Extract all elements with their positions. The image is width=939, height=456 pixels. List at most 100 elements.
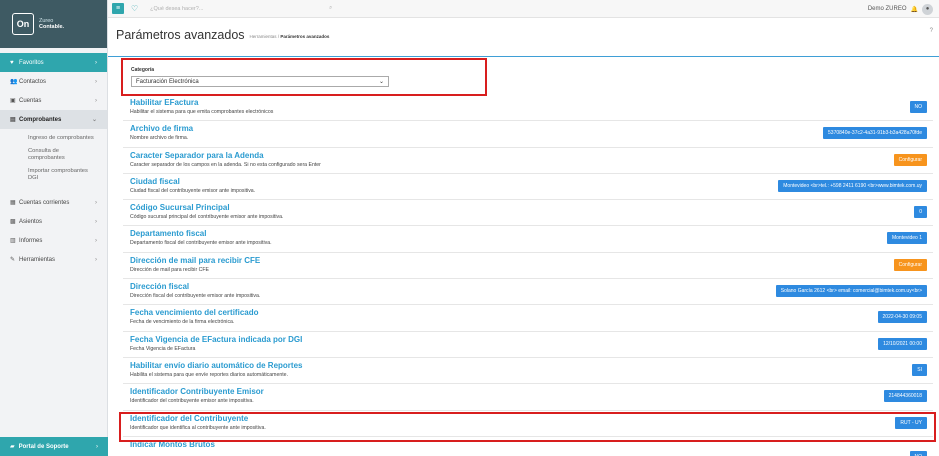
param-value-button[interactable]: NO bbox=[909, 101, 927, 113]
param-name: Departamento fiscal bbox=[130, 229, 207, 239]
param-row: Habilitar envío diario automático de Rep… bbox=[123, 358, 933, 385]
chevron-right-icon: › bbox=[95, 237, 97, 244]
param-name: Ciudad fiscal bbox=[130, 176, 180, 186]
param-value-button[interactable]: 214844360018 bbox=[883, 390, 927, 403]
support-label: Portal de Soporte bbox=[18, 443, 69, 450]
logo: On bbox=[12, 13, 34, 35]
param-value-button[interactable]: NO bbox=[909, 450, 927, 456]
param-row: Ciudad fiscal Ciudad fiscal del contribuy… bbox=[123, 174, 933, 201]
highlight-box bbox=[119, 412, 936, 442]
param-name: Habilitar EFactura bbox=[130, 98, 199, 107]
sidebar-item-label: Herramientas bbox=[19, 256, 56, 263]
param-row: Fecha vencimiento del certificado Fecha d… bbox=[123, 305, 933, 332]
wrench-icon: ✎ bbox=[10, 257, 16, 263]
sidebar-item-cuentas-corrientes[interactable]: ▦ Cuentas corrientes › bbox=[0, 193, 107, 212]
search-input[interactable]: ¿Qué desea hacer?... ⌕ bbox=[146, 3, 336, 14]
param-description: Nombre archivo de firma. bbox=[130, 135, 189, 142]
param-name: Identificador Contribuyente Emisor bbox=[130, 387, 264, 397]
param-value-button[interactable]: 12/10/2021 00:00 bbox=[878, 337, 927, 350]
ledger-icon: ▦ bbox=[10, 200, 16, 206]
user-area: Demo ZUREO 🔔 ● bbox=[868, 0, 933, 18]
hamburger-icon: ≡ bbox=[115, 5, 121, 12]
param-row: Archivo de firma Nombre archivo de firma.… bbox=[123, 121, 933, 148]
param-name: Código Sucursal Principal bbox=[130, 203, 230, 213]
param-description: Ciudad fiscal del contribuyente emisor a… bbox=[130, 187, 256, 194]
param-description: Dirección de mail para recibir CFE bbox=[130, 266, 209, 273]
param-name: Fecha Vigencia de EFactura indicada por … bbox=[130, 334, 303, 344]
brand[interactable]: On Zureo Contable. bbox=[0, 0, 107, 48]
sidebar-item-herramientas[interactable]: ✎ Herramientas › bbox=[0, 250, 107, 269]
chevron-right-icon: › bbox=[95, 218, 97, 225]
param-row: Identificador Contribuyente Emisor Identi… bbox=[123, 384, 933, 411]
param-name: Archivo de firma bbox=[130, 124, 194, 134]
sidebar-item-label: Favoritos bbox=[19, 59, 44, 66]
bank-icon: ▣ bbox=[10, 98, 16, 104]
param-name: Fecha vencimiento del certificado bbox=[130, 308, 259, 318]
heart-icon: ♥ bbox=[10, 59, 14, 66]
param-description: Departamento fiscal del contribuyente em… bbox=[130, 240, 272, 247]
favorites-heart-icon[interactable]: ♡ bbox=[131, 4, 138, 13]
page-title: Parámetros avanzados bbox=[116, 28, 245, 42]
params-list: Habilitar EFactura Habilitar el sistema p… bbox=[123, 95, 933, 456]
sidebar-item-label: Comprobantes bbox=[19, 116, 62, 123]
param-description: Fecha de vencimiento de la firma electró… bbox=[130, 319, 235, 326]
param-value-button[interactable]: Montevideo 1 bbox=[886, 232, 927, 245]
sidebar-item-cuentas[interactable]: ▣ Cuentas › bbox=[0, 91, 107, 110]
breadcrumb-root[interactable]: Herramientas bbox=[250, 34, 277, 39]
param-name: Dirección de mail para recibir CFE bbox=[130, 255, 261, 265]
sidebar-item-contactos[interactable]: 👥 Contactos › bbox=[0, 72, 107, 91]
breadcrumb: Herramientas / Parámetros avanzados bbox=[249, 34, 330, 39]
param-row: Dirección fiscal Dirección fiscal del con… bbox=[123, 279, 933, 306]
chat-icon: ▰ bbox=[10, 444, 15, 450]
topbar: ≡ ♡ ¿Qué desea hacer?... ⌕ Demo ZUREO 🔔 … bbox=[108, 0, 939, 18]
bell-icon[interactable]: 🔔 bbox=[911, 6, 918, 13]
page-header: Parámetros avanzados Herramientas / Pará… bbox=[116, 26, 939, 42]
avatar[interactable]: ● bbox=[922, 3, 933, 15]
param-value-button[interactable]: SI bbox=[912, 363, 927, 376]
header-divider bbox=[108, 56, 939, 57]
param-name: Dirección fiscal bbox=[130, 282, 190, 292]
sidebar-subitem-importar[interactable]: Importar comprobantes DGI bbox=[0, 165, 107, 185]
chevron-right-icon: › bbox=[95, 97, 97, 104]
param-description: Fecha Vigencia de EFactura bbox=[130, 345, 196, 352]
category-label: Categoría bbox=[131, 67, 155, 73]
breadcrumb-current: Parámetros avanzados bbox=[280, 34, 330, 39]
sidebar-subitem-ingreso[interactable]: Ingreso de comprobantes bbox=[0, 132, 107, 145]
param-value-button[interactable]: Solano García 2612 <br> email: comercial… bbox=[775, 285, 927, 298]
param-description: Identificador del contribuyente emisor a… bbox=[130, 398, 254, 405]
support-portal-button[interactable]: ▰ Portal de Soporte › bbox=[0, 437, 108, 456]
sidebar-item-label: Informes bbox=[19, 237, 43, 244]
chevron-right-icon: › bbox=[95, 59, 97, 66]
param-value-button[interactable]: 0 bbox=[914, 206, 927, 219]
sidebar-item-comprobantes[interactable]: ▤ Comprobantes ⌄ bbox=[0, 110, 107, 129]
param-description: Habilitar el sistema para que emita comp… bbox=[130, 109, 274, 115]
document-icon: ▤ bbox=[10, 117, 16, 123]
help-icon[interactable]: ? bbox=[930, 28, 933, 34]
param-row: Dirección de mail para recibir CFE Direcc… bbox=[123, 253, 933, 280]
param-name: Caracter Separador para la Adenda bbox=[130, 150, 264, 160]
param-value-button[interactable]: Configurar bbox=[893, 153, 927, 166]
report-icon: ▥ bbox=[10, 238, 16, 244]
param-value-button[interactable]: 5370840e-37c2-4a31-91b3-b3a428a70fde bbox=[823, 127, 927, 140]
chevron-right-icon: › bbox=[96, 443, 98, 450]
sidebar-item-asientos[interactable]: ▩ Asientos › bbox=[0, 212, 107, 231]
param-value-button[interactable]: 2022-04-30 09:05 bbox=[877, 311, 927, 324]
user-name[interactable]: Demo ZUREO bbox=[868, 6, 907, 12]
category-select[interactable]: Facturación Electrónica ⌄ bbox=[131, 76, 389, 87]
sidebar-subitem-consulta[interactable]: Consulta de comprobantes bbox=[0, 145, 107, 165]
search-placeholder: ¿Qué desea hacer?... bbox=[150, 5, 204, 12]
param-value-button[interactable]: Configurar bbox=[893, 258, 927, 271]
param-row: Habilitar EFactura Habilitar el sistema p… bbox=[123, 95, 933, 122]
search-icon: ⌕ bbox=[329, 5, 333, 11]
brand-name-bottom: Contable. bbox=[39, 24, 65, 30]
sidebar-item-informes[interactable]: ▥ Informes › bbox=[0, 231, 107, 250]
param-description: Habilita el sistema para que envíe repor… bbox=[130, 371, 289, 378]
sidebar-item-favoritos[interactable]: ♥ Favoritos › bbox=[0, 53, 107, 72]
book-icon: ▩ bbox=[10, 219, 16, 225]
param-value-button[interactable]: Montevideo <br>tel.: +598 2411 6190 <br>… bbox=[778, 179, 927, 192]
param-row: Departamento fiscal Departamento fiscal d… bbox=[123, 226, 933, 253]
sidebar-item-label: Cuentas corrientes bbox=[19, 199, 70, 206]
sidebar-item-label: Asientos bbox=[19, 218, 43, 225]
param-row: Caracter Separador para la Adenda Caracte… bbox=[123, 148, 933, 174]
menu-toggle-button[interactable]: ≡ bbox=[112, 3, 124, 14]
